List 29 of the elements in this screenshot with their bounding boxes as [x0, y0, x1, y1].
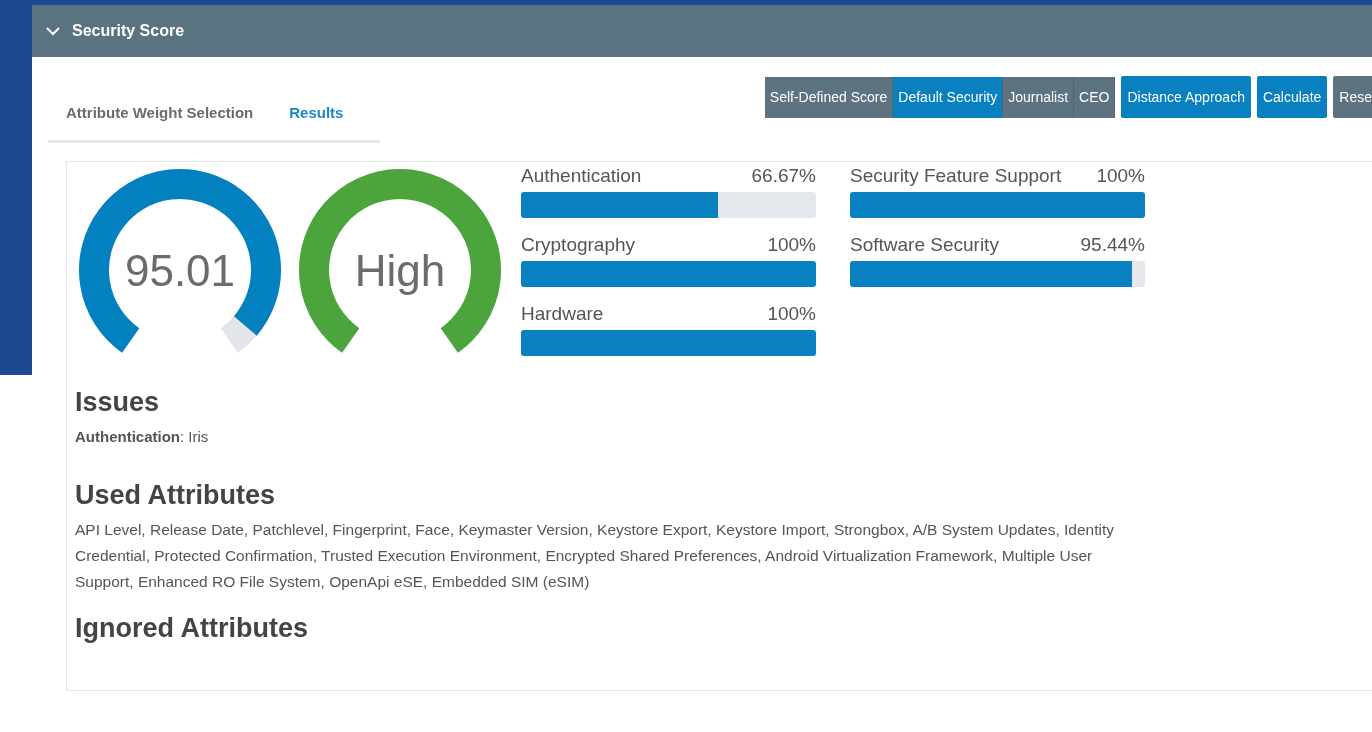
chevron-icon [46, 26, 60, 36]
category-percent: 66.67% [751, 165, 816, 188]
category-label: Software Security [850, 234, 999, 257]
action-button[interactable]: Distance Approach [1121, 76, 1251, 118]
action-button[interactable]: Rese [1333, 76, 1372, 118]
profile-button[interactable]: Self-Defined Score [764, 76, 894, 118]
category-percent: 100% [767, 303, 816, 326]
profile-button[interactable]: CEO [1074, 76, 1116, 118]
gauge-value: 95.01 [124, 246, 236, 295]
tab[interactable]: Attribute Weight Selection [48, 104, 272, 121]
category-label: Authentication [521, 165, 642, 188]
category-label: Security Feature Support [850, 165, 1062, 188]
panel-header[interactable]: Security Score [32, 5, 1372, 57]
category-label: Cryptography [521, 234, 636, 257]
panel-title: Security Score [72, 22, 185, 40]
gauge-value: High [354, 246, 446, 295]
action-button[interactable]: Calculate [1256, 76, 1328, 118]
section-heading: Used Attributes [75, 480, 277, 511]
section-heading: Issues [75, 387, 161, 418]
category-percent: 95.44% [1080, 234, 1145, 257]
category-percent: 100% [1096, 165, 1145, 188]
tab[interactable]: Results [271, 104, 362, 121]
profile-button[interactable]: Default Security [893, 76, 1004, 118]
category-label: Hardware [521, 303, 604, 326]
section-heading: Ignored Attributes [75, 613, 309, 644]
section-text: API Level, Release Date, Patchlevel, Fingerprint, Face, Keymaster Version, Keystore Export, Keystore Import, Strongbox, A/B System Updates, Identity Credential, Protected Confirmation, Trusted Execution Environment, Encrypted Shared Preferences, Android Virtualization Framework, Multiple User Support, Enhanced RO File System, OpenApi eSE, Embedded SIM (eSIM) [75, 520, 1115, 592]
profile-button[interactable]: Journalist [1003, 76, 1075, 118]
category-percent: 100% [767, 234, 816, 257]
section-text: Authentication: Iris [75, 427, 210, 447]
